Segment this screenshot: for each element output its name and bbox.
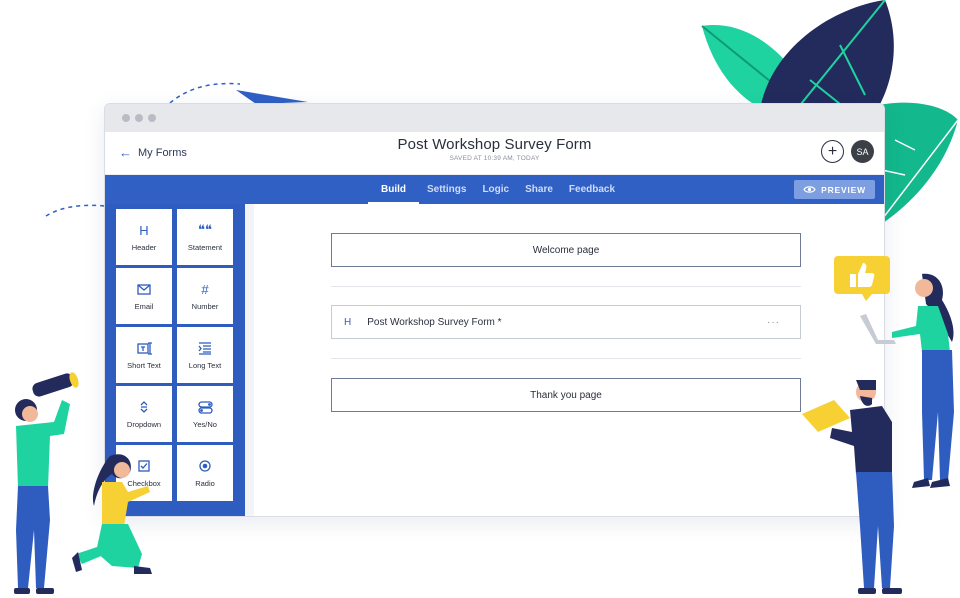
tab-logic[interactable]: Logic bbox=[474, 175, 517, 204]
block-email[interactable]: Email bbox=[116, 268, 172, 324]
tab-build[interactable]: Build bbox=[368, 175, 419, 204]
dropdown-arrows-icon bbox=[139, 400, 149, 415]
avatar[interactable]: SA bbox=[851, 140, 874, 163]
block-label: Statement bbox=[187, 242, 223, 252]
eye-icon bbox=[803, 186, 816, 193]
window-dot[interactable] bbox=[122, 114, 130, 122]
block-label: Radio bbox=[195, 478, 215, 488]
block-label: Long Text bbox=[188, 360, 222, 370]
more-options-icon[interactable]: ··· bbox=[767, 317, 780, 328]
title-block: Post Workshop Survey Form SAVED AT 10:39… bbox=[105, 136, 884, 162]
tab-settings[interactable]: Settings bbox=[419, 175, 474, 204]
window-titlebar bbox=[105, 104, 884, 132]
preview-label: PREVIEW bbox=[821, 184, 866, 195]
radio-icon bbox=[199, 459, 211, 474]
navbar: Build Settings Logic Share Feedback PREV… bbox=[105, 175, 884, 204]
saved-status: SAVED AT 10:39 AM, TODAY bbox=[449, 155, 540, 162]
question-title: Post Workshop Survey Form * bbox=[367, 316, 502, 328]
preview-button[interactable]: PREVIEW bbox=[794, 180, 875, 199]
block-label: Email bbox=[134, 301, 154, 311]
envelope-icon bbox=[137, 282, 151, 297]
tab-share[interactable]: Share bbox=[517, 175, 561, 204]
form-canvas: Welcome page H Post Workshop Survey Form… bbox=[255, 204, 884, 516]
header-type-icon: H bbox=[344, 316, 352, 328]
block-radio[interactable]: Radio bbox=[177, 445, 233, 501]
block-label: Short Text bbox=[127, 360, 161, 370]
divider bbox=[331, 358, 801, 359]
tab-feedback[interactable]: Feedback bbox=[561, 175, 623, 204]
block-dropdown[interactable]: Dropdown bbox=[116, 386, 172, 442]
block-label: Number bbox=[191, 301, 219, 311]
question-card[interactable]: H Post Workshop Survey Form * ··· bbox=[331, 305, 801, 339]
quote-icon: ❝❝ bbox=[198, 222, 212, 237]
kneeling-woman-illustration bbox=[72, 454, 152, 574]
form-header: ← My Forms Post Workshop Survey Form SAV… bbox=[105, 132, 884, 175]
hash-icon: # bbox=[201, 281, 209, 297]
block-label: Yes/No bbox=[193, 419, 217, 429]
short-text-icon bbox=[136, 341, 152, 356]
block-label: Header bbox=[131, 242, 157, 252]
window-dot[interactable] bbox=[135, 114, 143, 122]
long-text-icon bbox=[198, 341, 212, 356]
block-label: Dropdown bbox=[126, 419, 162, 429]
dashed-path-decoration bbox=[45, 204, 105, 217]
app-window: ← My Forms Post Workshop Survey Form SAV… bbox=[104, 103, 885, 517]
block-header[interactable]: H Header bbox=[116, 209, 172, 265]
block-long-text[interactable]: Long Text bbox=[177, 327, 233, 383]
sidebar-gutter bbox=[245, 204, 254, 516]
thank-you-page-card[interactable]: Thank you page bbox=[331, 378, 801, 412]
window-dot[interactable] bbox=[148, 114, 156, 122]
header-icon: H bbox=[139, 222, 149, 238]
welcome-page-card[interactable]: Welcome page bbox=[331, 233, 801, 267]
block-short-text[interactable]: Short Text bbox=[116, 327, 172, 383]
block-statement[interactable]: ❝❝ Statement bbox=[177, 209, 233, 265]
add-button[interactable]: + bbox=[821, 140, 844, 163]
tab-bar: Build Settings Logic Share Feedback bbox=[368, 175, 623, 204]
block-yes-no[interactable]: Yes/No bbox=[177, 386, 233, 442]
divider bbox=[331, 286, 801, 287]
man-with-folder-illustration bbox=[802, 380, 902, 594]
toggle-icon bbox=[197, 400, 213, 415]
block-number[interactable]: # Number bbox=[177, 268, 233, 324]
page-title[interactable]: Post Workshop Survey Form bbox=[105, 136, 884, 153]
